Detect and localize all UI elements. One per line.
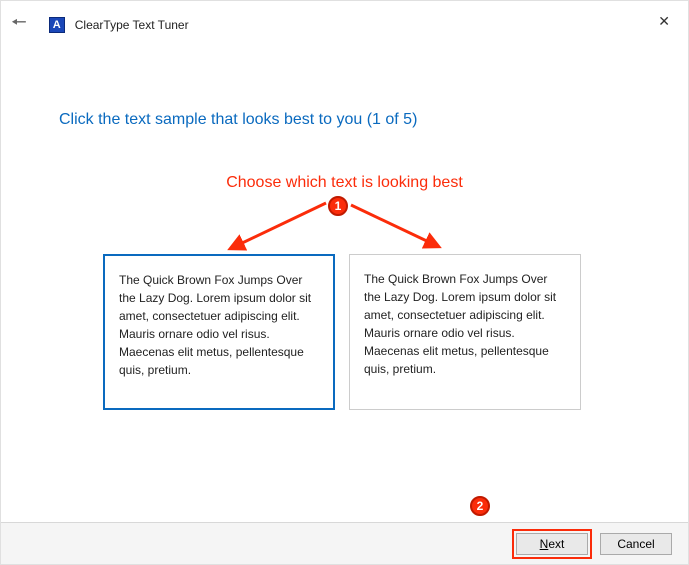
- next-button-hotkey: N: [540, 537, 549, 551]
- annotation-marker-1: 1: [328, 196, 348, 216]
- text-sample-right[interactable]: The Quick Brown Fox Jumps Over the Lazy …: [349, 254, 581, 410]
- close-icon[interactable]: ✕: [658, 13, 670, 30]
- cancel-button[interactable]: Cancel: [600, 533, 672, 555]
- title-bar: 🠔 A ClearType Text Tuner: [1, 1, 688, 41]
- dialog-footer: Next Cancel: [1, 522, 688, 564]
- next-button-highlight: Next: [512, 529, 592, 559]
- next-button-rest: ext: [548, 537, 564, 551]
- window-title: ClearType Text Tuner: [75, 18, 189, 32]
- app-icon: A: [49, 17, 65, 33]
- next-button[interactable]: Next: [516, 533, 588, 555]
- page-instruction: Click the text sample that looks best to…: [59, 111, 688, 129]
- back-arrow-icon[interactable]: 🠔: [11, 10, 27, 40]
- text-samples: The Quick Brown Fox Jumps Over the Lazy …: [103, 254, 581, 410]
- text-sample-left[interactable]: The Quick Brown Fox Jumps Over the Lazy …: [103, 254, 335, 410]
- annotation-marker-2: 2: [470, 496, 490, 516]
- annotation-text: Choose which text is looking best: [1, 174, 688, 192]
